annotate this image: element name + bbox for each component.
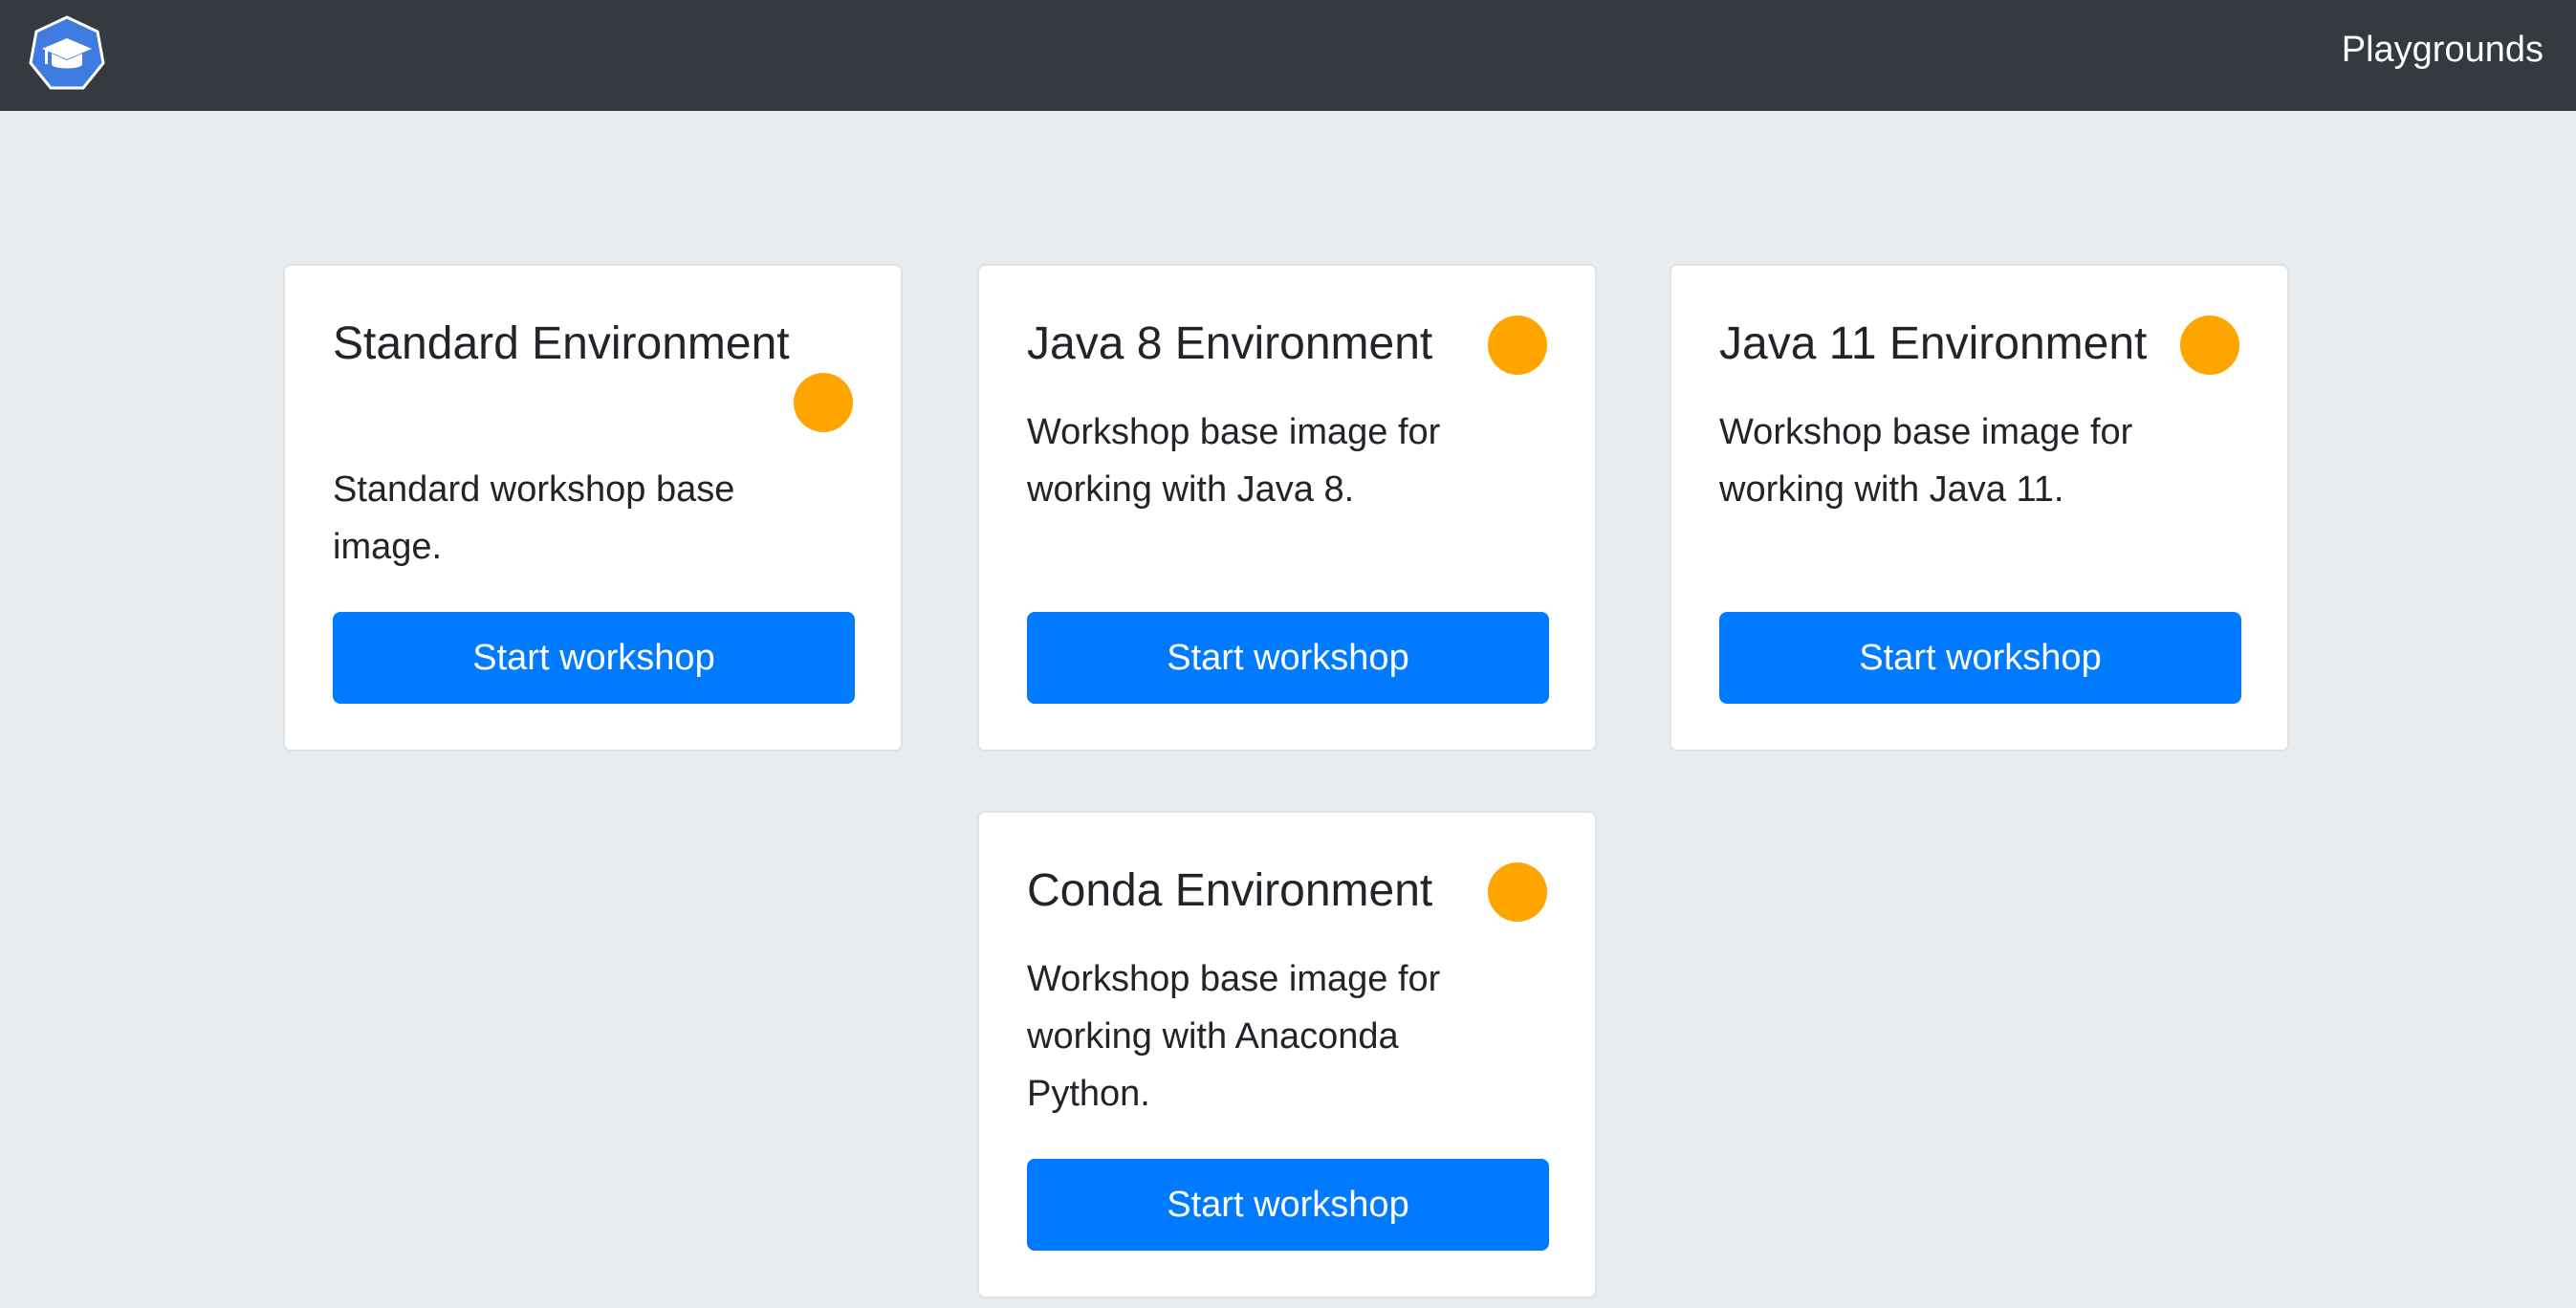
start-workshop-button[interactable]: Start workshop xyxy=(1027,1159,1549,1251)
status-dot-icon xyxy=(794,373,853,432)
start-workshop-button[interactable]: Start workshop xyxy=(333,612,855,704)
status-dot-icon xyxy=(1488,316,1547,375)
environment-card-standard: Standard Environment Standard workshop b… xyxy=(283,264,903,752)
card-description: Workshop base image for working with Jav… xyxy=(1719,412,2133,510)
status-indicator xyxy=(794,373,853,432)
start-workshop-button[interactable]: Start workshop xyxy=(1719,612,2241,704)
navbar: Playgrounds xyxy=(0,0,2576,111)
card-title: Java 11 Environment xyxy=(1719,318,2148,369)
card-description: Workshop base image for working with Ana… xyxy=(1027,959,1441,1114)
environment-card-conda: Conda Environment Workshop base image fo… xyxy=(977,811,1597,1298)
status-indicator xyxy=(1488,862,1547,922)
playgrounds-link[interactable]: Playgrounds xyxy=(2342,0,2543,99)
status-dot-icon xyxy=(1488,862,1547,922)
status-indicator xyxy=(1488,316,1547,375)
card-title: Java 8 Environment xyxy=(1027,318,1433,369)
start-workshop-button[interactable]: Start workshop xyxy=(1027,612,1549,704)
card-title: Standard Environment xyxy=(333,318,790,369)
card-description: Workshop base image for working with Jav… xyxy=(1027,412,1441,510)
card-description: Standard workshop base image. xyxy=(333,469,735,567)
status-indicator xyxy=(2180,316,2239,375)
environment-card-java11: Java 11 Environment Workshop base image … xyxy=(1670,264,2289,752)
environment-card-java8: Java 8 Environment Workshop base image f… xyxy=(977,264,1597,752)
card-title: Conda Environment xyxy=(1027,865,1433,916)
status-dot-icon xyxy=(2180,316,2239,375)
graduation-cap-icon[interactable] xyxy=(29,15,105,92)
